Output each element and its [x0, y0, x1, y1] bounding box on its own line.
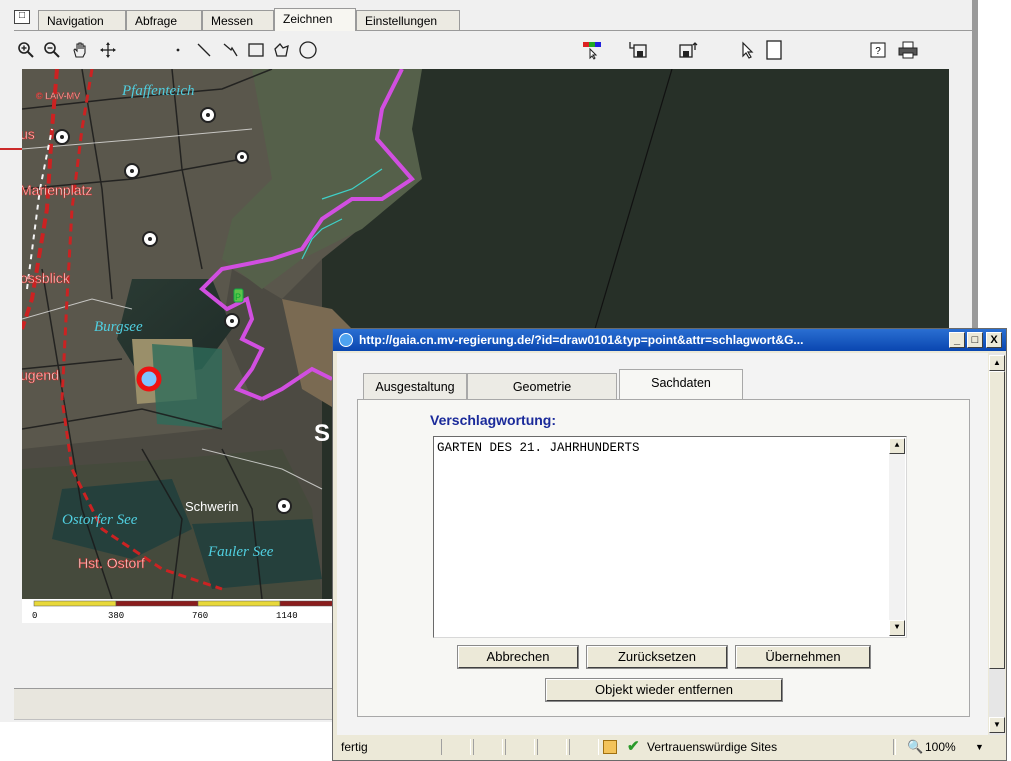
- tab-geometrie[interactable]: Geometrie: [467, 373, 617, 399]
- label-ossblick: ossblick: [22, 270, 71, 286]
- draw-line-icon[interactable]: [192, 38, 216, 62]
- map-scale-bar: 0 380 760 1140: [22, 599, 353, 623]
- draw-circle-icon[interactable]: [296, 38, 320, 62]
- lock-icon: [603, 740, 617, 754]
- parking-marker: P: [235, 292, 241, 302]
- help-icon[interactable]: ?: [866, 38, 890, 62]
- draw-polyline-icon[interactable]: [218, 38, 242, 62]
- attribute-popup-window: http://gaia.cn.mv-regierung.de/?id=draw0…: [332, 328, 1007, 761]
- draw-point-icon[interactable]: [166, 38, 190, 62]
- minimize-button[interactable]: _: [949, 332, 965, 348]
- tab-divider: [14, 30, 973, 31]
- draw-polygon-icon[interactable]: [270, 38, 294, 62]
- red-indicator-line: [0, 148, 22, 150]
- close-button[interactable]: X: [986, 332, 1002, 348]
- popup-title: http://gaia.cn.mv-regierung.de/?id=draw0…: [359, 333, 804, 347]
- label-marienplatz: Marienplatz: [22, 182, 92, 198]
- browser-icon: [339, 333, 353, 347]
- print-icon[interactable]: [896, 38, 920, 62]
- select-arrow-icon[interactable]: [736, 38, 760, 62]
- label-hst-ostorf: Hst. Ostorf: [78, 555, 145, 571]
- zoom-level[interactable]: 100%: [925, 737, 956, 757]
- save-icon[interactable]: [676, 38, 700, 62]
- scroll-down-icon[interactable]: ▼: [989, 717, 1005, 733]
- maximize-button[interactable]: □: [967, 332, 983, 348]
- status-segment: [537, 739, 567, 755]
- tab-messen[interactable]: Messen: [202, 10, 274, 30]
- tab-sachdaten[interactable]: Sachdaten: [619, 369, 743, 399]
- label-ostorfer-see: Ostorfer See: [62, 512, 138, 528]
- label-pfaffenteich: Pfaffenteich: [121, 83, 194, 99]
- tab-ausgestaltung[interactable]: Ausgestaltung: [363, 373, 467, 399]
- label-copyright: © LAiV-MV: [36, 91, 80, 101]
- status-segment: [441, 739, 471, 755]
- zoom-in-icon[interactable]: [14, 38, 38, 62]
- move-icon[interactable]: [96, 38, 120, 62]
- zoom-icon: 🔍: [907, 739, 924, 754]
- tab-zeichnen[interactable]: Zeichnen: [274, 8, 356, 31]
- status-divider: [893, 739, 896, 755]
- label-burgsee: Burgsee: [94, 319, 143, 335]
- label-schwerin: Schwerin: [185, 499, 238, 514]
- security-zone[interactable]: Vertrauenswürdige Sites: [647, 737, 777, 757]
- status-segment: [569, 739, 599, 755]
- zoom-dropdown-icon[interactable]: ▼: [975, 737, 984, 757]
- scale-tick-760: 760: [192, 611, 208, 621]
- scroll-thumb[interactable]: [989, 371, 1005, 669]
- status-segment: [473, 739, 503, 755]
- color-pick-icon[interactable]: [580, 38, 604, 62]
- label-ugend: ugend: [22, 367, 59, 383]
- tab-einstellungen[interactable]: Einstellungen: [356, 10, 460, 30]
- scale-tick-1140: 1140: [276, 611, 298, 621]
- cancel-button[interactable]: Abbrechen: [457, 645, 579, 669]
- scale-tick-380: 380: [108, 611, 124, 621]
- svg-text:?: ?: [875, 46, 881, 57]
- tab-navigation[interactable]: Navigation: [38, 10, 126, 30]
- scale-tick-0: 0: [32, 611, 37, 621]
- load-icon[interactable]: [626, 38, 650, 62]
- draw-rectangle-icon[interactable]: [244, 38, 268, 62]
- textarea-scroll-down[interactable]: ▼: [889, 620, 905, 636]
- pan-hand-icon[interactable]: [68, 38, 92, 62]
- textarea-scroll-up[interactable]: ▲: [889, 438, 905, 454]
- textarea-scrollbar[interactable]: ▲ ▼: [889, 438, 905, 636]
- apply-button[interactable]: Übernehmen: [735, 645, 871, 669]
- popup-content: Ausgestaltung Geometrie Sachdaten Versch…: [337, 353, 988, 735]
- browser-status-bar: fertig ✔ Vertrauenswürdige Sites 🔍 100% …: [337, 737, 1004, 757]
- label-s: S: [314, 420, 330, 447]
- scroll-up-icon[interactable]: ▲: [989, 355, 1005, 371]
- label-us: us: [22, 126, 35, 142]
- verschlagwortung-textarea[interactable]: GARTEN DES 21. JAHRHUNDERTS ▲ ▼: [433, 436, 907, 638]
- verschlagwortung-label: Verschlagwortung:: [430, 412, 557, 428]
- sachdaten-panel: Verschlagwortung: GARTEN DES 21. JAHRHUN…: [357, 399, 970, 717]
- status-text: fertig: [341, 740, 368, 754]
- restore-window-icon[interactable]: □: [14, 10, 30, 24]
- status-segment: [505, 739, 535, 755]
- tab-abfrage[interactable]: Abfrage: [126, 10, 202, 30]
- reset-button[interactable]: Zurücksetzen: [586, 645, 728, 669]
- remove-object-button[interactable]: Objekt wieder entfernen: [545, 678, 783, 702]
- verschlagwortung-value: GARTEN DES 21. JAHRHUNDERTS: [437, 441, 640, 455]
- drawing-toolbar: ?: [14, 38, 964, 64]
- popup-title-bar[interactable]: http://gaia.cn.mv-regierung.de/?id=draw0…: [333, 329, 1006, 351]
- zoom-out-icon[interactable]: [40, 38, 64, 62]
- label-fauler-see: Fauler See: [207, 544, 274, 560]
- popup-scrollbar[interactable]: ▲ ▼: [989, 353, 1005, 735]
- selected-point-marker: [136, 366, 162, 392]
- checkmark-icon: ✔: [627, 738, 640, 755]
- new-page-icon[interactable]: [762, 38, 786, 62]
